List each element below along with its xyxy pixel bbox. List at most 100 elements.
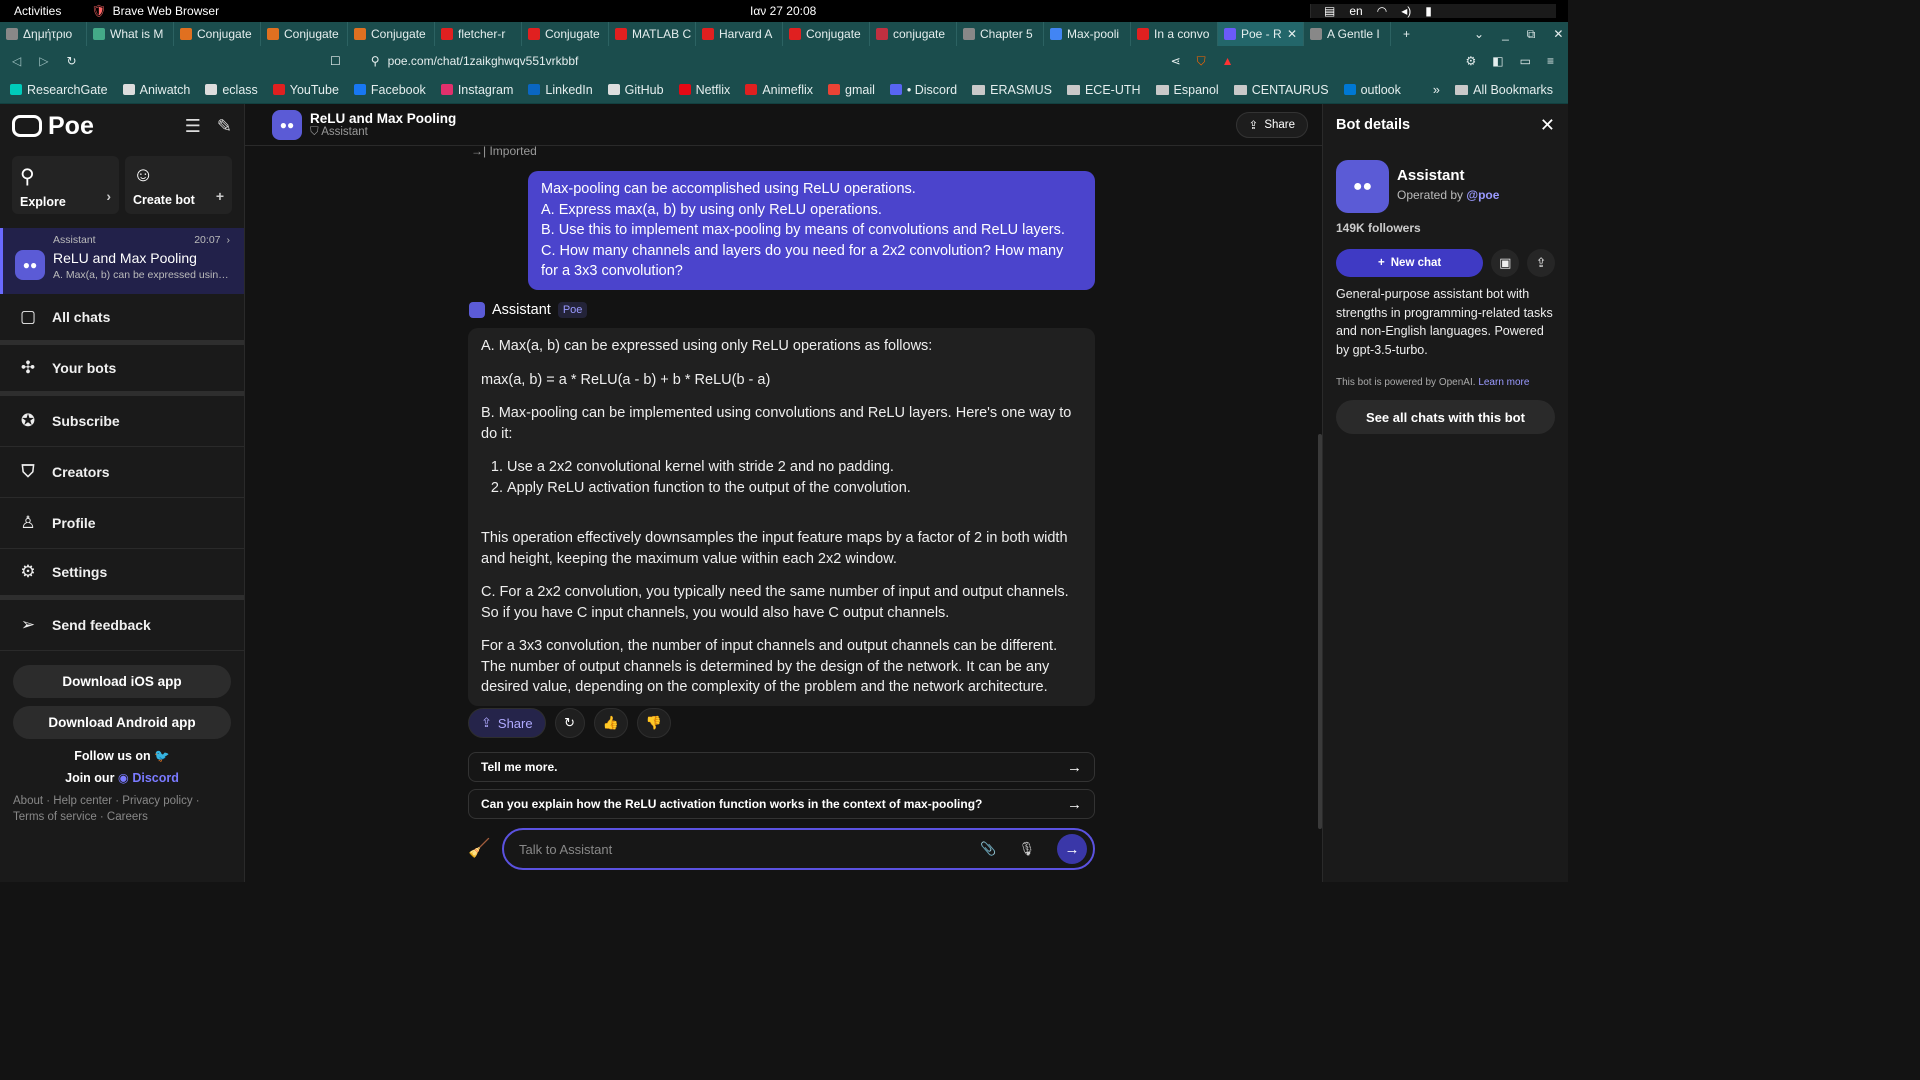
reload-icon[interactable]: ↻ (66, 54, 76, 68)
retry-button[interactable]: ↻ (554, 708, 585, 738)
forward-icon[interactable]: ▷ (39, 54, 48, 68)
clock[interactable]: Ιαν 27 20:08 (750, 4, 816, 18)
volume-icon[interactable]: ◂) (1401, 4, 1411, 18)
bookmark-item[interactable]: ResearchGate (10, 83, 108, 97)
share-bot-button[interactable]: ⇪ (1527, 249, 1555, 277)
clear-context-icon[interactable]: 🧹 (468, 838, 490, 859)
extensions-icon[interactable]: ⚙ (1466, 54, 1477, 68)
close-tab-icon[interactable]: ✕ (1287, 27, 1297, 41)
thumbs-down-button[interactable]: 👎 (636, 708, 671, 738)
new-tab-icon[interactable]: + (1403, 27, 1410, 41)
bookmark-folder[interactable]: ERASMUS (972, 83, 1052, 97)
twitter-icon[interactable]: 🐦 (154, 749, 170, 763)
send-button[interactable]: → (1057, 834, 1087, 864)
browser-tab[interactable]: Conjugate (261, 22, 348, 46)
new-chat-icon[interactable]: ✎ (217, 116, 232, 137)
share-url-icon[interactable]: ⋖ (1171, 54, 1181, 68)
bookmark-item[interactable]: LinkedIn (528, 83, 593, 97)
share-chat-button[interactable]: ⇪ Share (1235, 112, 1308, 138)
download-ios-button[interactable]: Download iOS app (13, 665, 231, 698)
bookmark-item[interactable]: Aniwatch (122, 83, 190, 97)
learn-more-link[interactable]: Learn more (1478, 377, 1529, 388)
browser-tab[interactable]: Harvard A (696, 22, 783, 46)
footer-line-2[interactable]: Terms of service · Careers (13, 809, 231, 825)
poe-logo[interactable]: Poe (12, 112, 94, 141)
browser-tab[interactable]: Δημήτριο (0, 22, 87, 46)
restore-icon[interactable]: ⧉ (1527, 27, 1536, 42)
bookmark-folder[interactable]: Espanol (1155, 83, 1219, 97)
operator-link[interactable]: @poe (1466, 188, 1499, 202)
brave-shield-icon[interactable]: ⛉ (1197, 54, 1206, 69)
menu-icon[interactable]: ≡ (1547, 54, 1554, 68)
url-field[interactable]: poe.com/chat/1zaikghwqv551vrkbbf (388, 54, 579, 68)
sidebar-item-subscribe[interactable]: ✪ Subscribe (0, 396, 244, 447)
language-indicator[interactable]: en (1349, 4, 1362, 18)
bookmark-item[interactable]: YouTube (272, 83, 339, 97)
browser-tab[interactable]: Poe - R ✕ (1218, 22, 1304, 46)
sidebar-item-creators[interactable]: ⛉ Creators (0, 447, 244, 498)
app-menu[interactable]: 🛡 Brave Web Browser (91, 4, 219, 18)
bookmark-item[interactable]: GitHub (607, 83, 664, 97)
assistant-avatar[interactable]: ●● (272, 109, 302, 140)
browser-tab[interactable]: In a convo (1131, 22, 1218, 46)
bookmark-item[interactable]: Instagram (440, 83, 513, 97)
browser-tab[interactable]: Chapter 5 (957, 22, 1044, 46)
bot-profile-button[interactable]: ▣ (1491, 249, 1520, 277)
minimize-icon[interactable]: _ (1502, 27, 1509, 41)
bookmark-item[interactable]: Animeflix (745, 83, 813, 97)
sidebar-toggle-icon[interactable]: ◧ (1492, 54, 1503, 68)
browser-tab[interactable]: Conjugate (783, 22, 870, 46)
browser-tab[interactable]: Conjugate (348, 22, 435, 46)
user-message[interactable]: Max-pooling can be accomplished using Re… (528, 171, 1095, 290)
close-window-icon[interactable]: ✕ (1553, 27, 1563, 41)
site-info-icon[interactable]: ⚲ (371, 54, 380, 68)
wallet-icon[interactable]: ▭ (1520, 54, 1531, 68)
bookmark-icon[interactable]: ☐ (330, 54, 341, 68)
bookmark-item[interactable]: • Discord (889, 83, 957, 97)
follow-us[interactable]: Follow us on 🐦 (0, 749, 244, 764)
bookmark-item[interactable]: gmail (828, 83, 875, 97)
share-message-button[interactable]: ⇪ Share (468, 708, 546, 738)
close-icon[interactable]: ✕ (1540, 115, 1555, 136)
bookmark-item[interactable]: eclass (205, 83, 258, 97)
chat-title[interactable]: ReLU and Max Pooling (310, 111, 456, 126)
browser-tab[interactable]: Max-pooli (1044, 22, 1131, 46)
message-composer[interactable]: Talk to Assistant 📎 🎙 → (502, 828, 1095, 870)
microphone-icon[interactable]: 🎙 (1018, 841, 1035, 857)
brave-rewards-icon[interactable]: ▲ (1222, 54, 1234, 68)
thumbs-up-button[interactable]: 👍 (593, 708, 628, 738)
browser-tab[interactable]: MATLAB C (609, 22, 696, 46)
activities-button[interactable]: Activities (14, 4, 61, 18)
suggestion-button[interactable]: Tell me more. → (468, 752, 1095, 782)
bookmark-item[interactable]: outlook (1343, 83, 1401, 97)
download-android-button[interactable]: Download Android app (13, 706, 231, 739)
bookmark-folder[interactable]: CENTAURUS (1233, 83, 1329, 97)
explore-button[interactable]: ⚲ Explore › (12, 156, 119, 214)
wifi-icon[interactable]: ◠ (1377, 4, 1387, 18)
browser-tab[interactable]: conjugate (870, 22, 957, 46)
back-icon[interactable]: ◁ (12, 54, 21, 68)
sidebar-item-all-chats[interactable]: ▢ All chats (0, 294, 244, 345)
battery-icon[interactable]: ▮ (1425, 4, 1432, 18)
sidebar-item-profile[interactable]: ♙ Profile (0, 498, 244, 549)
attach-icon[interactable]: 📎 (980, 841, 996, 857)
bookmark-folder[interactable]: ECE-UTH (1066, 83, 1141, 97)
conversation-item-active[interactable]: ●● Assistant 20:07 › ReLU and Max Poolin… (0, 228, 244, 294)
sidebar-item-settings[interactable]: ⚙ Settings (0, 549, 244, 600)
bot-name[interactable]: Assistant (492, 302, 551, 318)
sidebar-item-send-feedback[interactable]: ➢ Send feedback (0, 600, 244, 651)
footer-line-1[interactable]: About · Help center · Privacy policy · (13, 793, 231, 809)
browser-tab[interactable]: Conjugate (174, 22, 261, 46)
bot-message[interactable]: A. Max(a, b) can be expressed using only… (468, 328, 1095, 706)
clipboard-icon[interactable]: ▤ (1324, 4, 1335, 18)
hamburger-menu-icon[interactable]: ☰ (185, 116, 201, 137)
new-chat-button[interactable]: + New chat (1336, 249, 1484, 277)
join-discord[interactable]: Join our ◉ Discord (0, 770, 244, 785)
browser-tab[interactable]: fletcher-r (435, 22, 522, 46)
bookmark-item[interactable]: » (1416, 83, 1440, 97)
suggestion-button[interactable]: Can you explain how the ReLU activation … (468, 789, 1095, 819)
tab-search-icon[interactable]: ⌄ (1474, 27, 1484, 41)
browser-tab[interactable]: Conjugate (522, 22, 609, 46)
bookmark-folder[interactable]: All Bookmarks (1455, 83, 1553, 97)
message-input[interactable]: Talk to Assistant (519, 842, 612, 857)
